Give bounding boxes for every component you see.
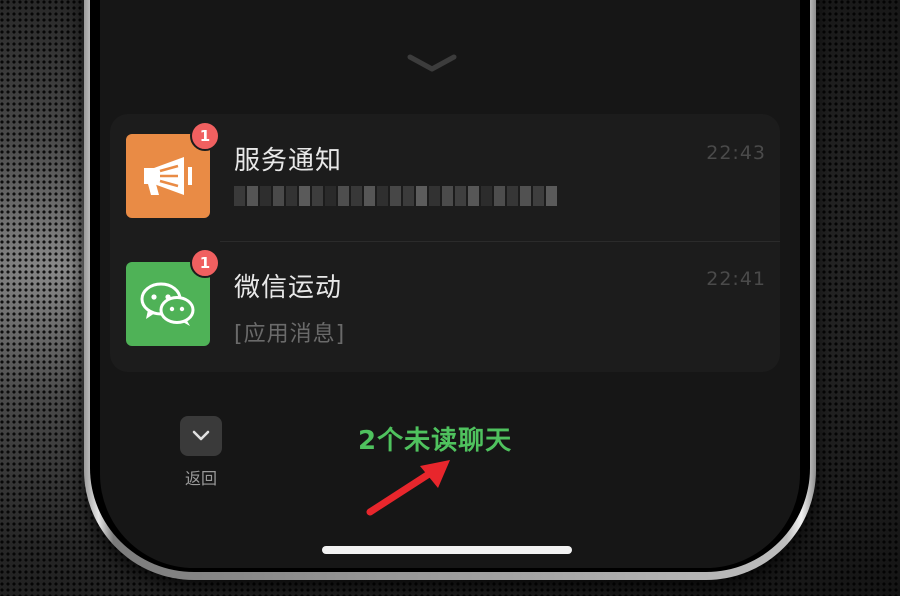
- obscured-preview-text: [234, 186, 557, 206]
- back-label: 返回: [184, 469, 217, 488]
- megaphone-icon: [144, 157, 192, 195]
- chevron-down-icon: [192, 430, 210, 441]
- unread-chats-label[interactable]: 2个未读聊天: [358, 420, 512, 457]
- notification-time: 22:41: [706, 268, 766, 290]
- unread-badge: 1: [190, 248, 220, 278]
- unread-badge: 1: [190, 121, 220, 151]
- notification-time: 22:43: [706, 142, 766, 164]
- back-button[interactable]: [180, 416, 222, 456]
- phone-screen: 1 服务通知 22:43 1 微信运动 22:41 [应用消息] 返回 2个未读…: [100, 0, 800, 568]
- home-indicator[interactable]: [322, 546, 572, 554]
- notification-title: 服务通知: [234, 146, 343, 176]
- notification-card: 1 服务通知 22:43 1 微信运动 22:41 [应用消息]: [110, 114, 780, 372]
- wechat-icon: [140, 282, 195, 326]
- collapse-chevron-icon[interactable]: [406, 52, 458, 74]
- notification-title: 微信运动: [234, 273, 343, 303]
- notification-preview: [应用消息]: [234, 322, 346, 347]
- notification-item-wechat-sport[interactable]: 1 微信运动 22:41 [应用消息]: [110, 242, 780, 370]
- notification-item-service[interactable]: 1 服务通知 22:43: [110, 114, 780, 242]
- red-annotation-arrow-icon: [366, 460, 450, 516]
